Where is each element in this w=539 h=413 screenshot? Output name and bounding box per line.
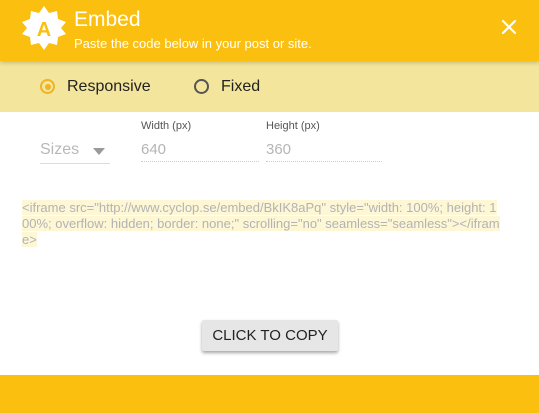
logo-letter: A xyxy=(37,19,51,41)
radio-responsive[interactable]: Responsive xyxy=(40,61,151,112)
radio-button-checked[interactable] xyxy=(40,79,55,94)
height-input[interactable] xyxy=(266,138,382,162)
embed-code-text[interactable]: <iframe src="http://www.cyclop.se/embed/… xyxy=(22,200,502,248)
copy-button[interactable]: CLICK TO COPY xyxy=(202,320,338,351)
embed-header: A Embed Paste the code below in your pos… xyxy=(0,0,539,61)
sizes-select[interactable]: Sizes xyxy=(40,139,110,164)
width-input[interactable] xyxy=(141,138,259,162)
close-icon[interactable] xyxy=(496,14,522,40)
embed-code: <iframe src="http://www.cyclop.se/embed/… xyxy=(22,200,500,247)
width-label: Width (px) xyxy=(141,120,192,132)
radio-responsive-label: Responsive xyxy=(67,77,151,95)
dialog-footer xyxy=(0,375,539,413)
radio-fixed[interactable]: Fixed xyxy=(194,61,260,112)
height-label: Height (px) xyxy=(266,120,320,132)
dialog-subtitle: Paste the code below in your post or sit… xyxy=(74,36,312,51)
sizes-select-value: Sizes xyxy=(40,141,80,158)
logo-icon: A xyxy=(22,6,66,50)
chevron-down-icon xyxy=(93,148,105,155)
radio-button-unchecked[interactable] xyxy=(194,79,209,94)
dialog-title: Embed xyxy=(74,8,141,31)
radio-fixed-label: Fixed xyxy=(221,77,261,95)
embed-mode-bar: Responsive Fixed xyxy=(0,61,539,112)
